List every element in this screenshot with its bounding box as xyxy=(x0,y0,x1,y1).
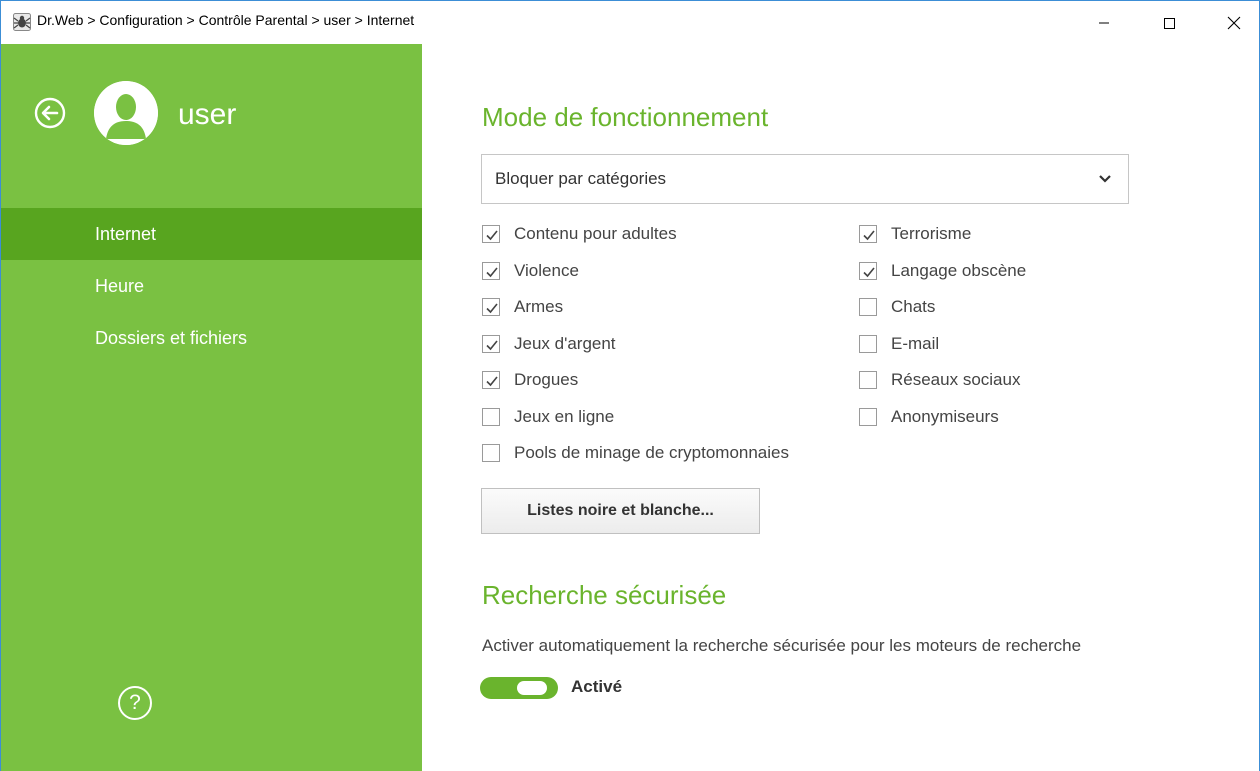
sidebar-item-internet[interactable]: Internet xyxy=(1,208,422,260)
toggle-knob xyxy=(517,681,547,695)
checkbox-pools-de-minage-de-cryptomonnaies[interactable]: Pools de minage de cryptomonnaies xyxy=(482,441,789,465)
minimize-button[interactable] xyxy=(1081,1,1127,44)
help-icon: ? xyxy=(129,691,141,714)
checkbox-label: Armes xyxy=(514,297,564,316)
checkbox-label: Pools de minage de cryptomonnaies xyxy=(514,443,789,462)
checkbox-chats[interactable]: Chats xyxy=(859,295,935,319)
checkbox-empty-icon[interactable] xyxy=(482,444,500,462)
checkbox-empty-icon[interactable] xyxy=(859,298,877,316)
checkbox-jeux-d-argent[interactable]: Jeux d'argent xyxy=(482,332,616,356)
checkbox-label: E-mail xyxy=(891,333,940,353)
user-silhouette-icon xyxy=(94,81,158,145)
close-button[interactable] xyxy=(1211,1,1257,44)
checkbox-label: Anonymiseurs xyxy=(891,406,999,426)
checkbox-contenu-pour-adultes[interactable]: Contenu pour adultes xyxy=(482,222,677,246)
help-button[interactable]: ? xyxy=(118,686,152,720)
main-panel: Mode de fonctionnement Bloquer par catég… xyxy=(422,44,1259,771)
checkbox-checked-icon[interactable] xyxy=(859,261,877,280)
checkbox-langage-obscene[interactable]: Langage obscène xyxy=(859,259,1026,283)
checkbox-label: Langage obscène xyxy=(891,260,1027,280)
checkbox-violence[interactable]: Violence xyxy=(482,259,579,283)
checkbox-empty-icon[interactable] xyxy=(482,407,500,426)
checkbox-label: Chats xyxy=(891,297,936,316)
sidebar-item-label: Dossiers et fichiers xyxy=(95,328,248,348)
avatar xyxy=(94,81,158,145)
maximize-button[interactable] xyxy=(1146,1,1192,44)
checkbox-checked-icon[interactable] xyxy=(482,334,500,353)
checkbox-empty-icon[interactable] xyxy=(859,407,877,426)
minimize-icon xyxy=(1099,22,1109,23)
sidebar-item-label: Heure xyxy=(95,276,145,296)
checkbox-checked-icon[interactable] xyxy=(482,371,500,389)
back-button[interactable] xyxy=(34,97,66,129)
safe-search-toggle-label: Activé xyxy=(571,677,623,696)
checkbox-label: Contenu pour adultes xyxy=(514,224,677,243)
checkbox-armes[interactable]: Armes xyxy=(482,295,563,319)
checkbox-checked-icon[interactable] xyxy=(859,225,877,243)
checkbox-checked-icon[interactable] xyxy=(482,225,500,243)
drweb-spider-icon xyxy=(13,13,31,31)
mode-title: Mode de fonctionnement xyxy=(482,102,769,132)
title-bar: Dr.Web > Configuration > Contrôle Parent… xyxy=(1,1,1259,44)
checkbox-checked-icon[interactable] xyxy=(482,298,500,316)
checkbox-empty-icon[interactable] xyxy=(859,371,877,389)
chevron-down-icon xyxy=(1099,175,1111,183)
safe-search-toggle[interactable] xyxy=(480,677,558,699)
window-title: Dr.Web > Configuration > Contrôle Parent… xyxy=(37,12,415,28)
checkbox-checked-icon[interactable] xyxy=(482,261,500,280)
maximize-icon xyxy=(1164,17,1175,29)
checkbox-terrorisme[interactable]: Terrorisme xyxy=(859,222,971,246)
close-icon xyxy=(1227,16,1241,29)
checkbox-empty-icon[interactable] xyxy=(859,334,877,353)
sidebar-item-dossiers-fichiers[interactable]: Dossiers et fichiers xyxy=(1,312,422,364)
checkbox-e-mail[interactable]: E-mail xyxy=(859,332,939,356)
sidebar-item-heure[interactable]: Heure xyxy=(1,260,422,312)
sidebar-item-label: Internet xyxy=(95,224,157,244)
checkbox-label: Réseaux sociaux xyxy=(891,370,1021,389)
checkbox-label: Violence xyxy=(514,260,579,280)
checkbox-label: Jeux en ligne xyxy=(514,406,615,426)
checkbox-anonymiseurs[interactable]: Anonymiseurs xyxy=(859,405,999,429)
back-arrow-icon xyxy=(34,97,66,129)
sidebar: user Internet Heure Dossiers et fichiers… xyxy=(1,44,422,771)
mode-dropdown-value: Bloquer par catégories xyxy=(495,169,667,188)
checkbox-label: Terrorisme xyxy=(891,224,972,243)
mode-dropdown[interactable]: Bloquer par catégories xyxy=(481,154,1129,204)
safe-search-description: Activer automatiquement la recherche séc… xyxy=(482,636,1082,655)
checkbox-jeux-en-ligne[interactable]: Jeux en ligne xyxy=(482,405,614,429)
checkbox-label: Drogues xyxy=(514,370,579,389)
safe-search-title: Recherche sécurisée xyxy=(482,580,727,610)
checkbox-reseaux-sociaux[interactable]: Réseaux sociaux xyxy=(859,368,1020,392)
black-white-lists-button[interactable]: Listes noire et blanche... xyxy=(481,488,760,534)
app-window: Dr.Web > Configuration > Contrôle Parent… xyxy=(0,0,1260,771)
checkbox-drogues[interactable]: Drogues xyxy=(482,368,578,392)
checkbox-label: Jeux d'argent xyxy=(514,333,616,353)
user-name: user xyxy=(178,98,237,131)
